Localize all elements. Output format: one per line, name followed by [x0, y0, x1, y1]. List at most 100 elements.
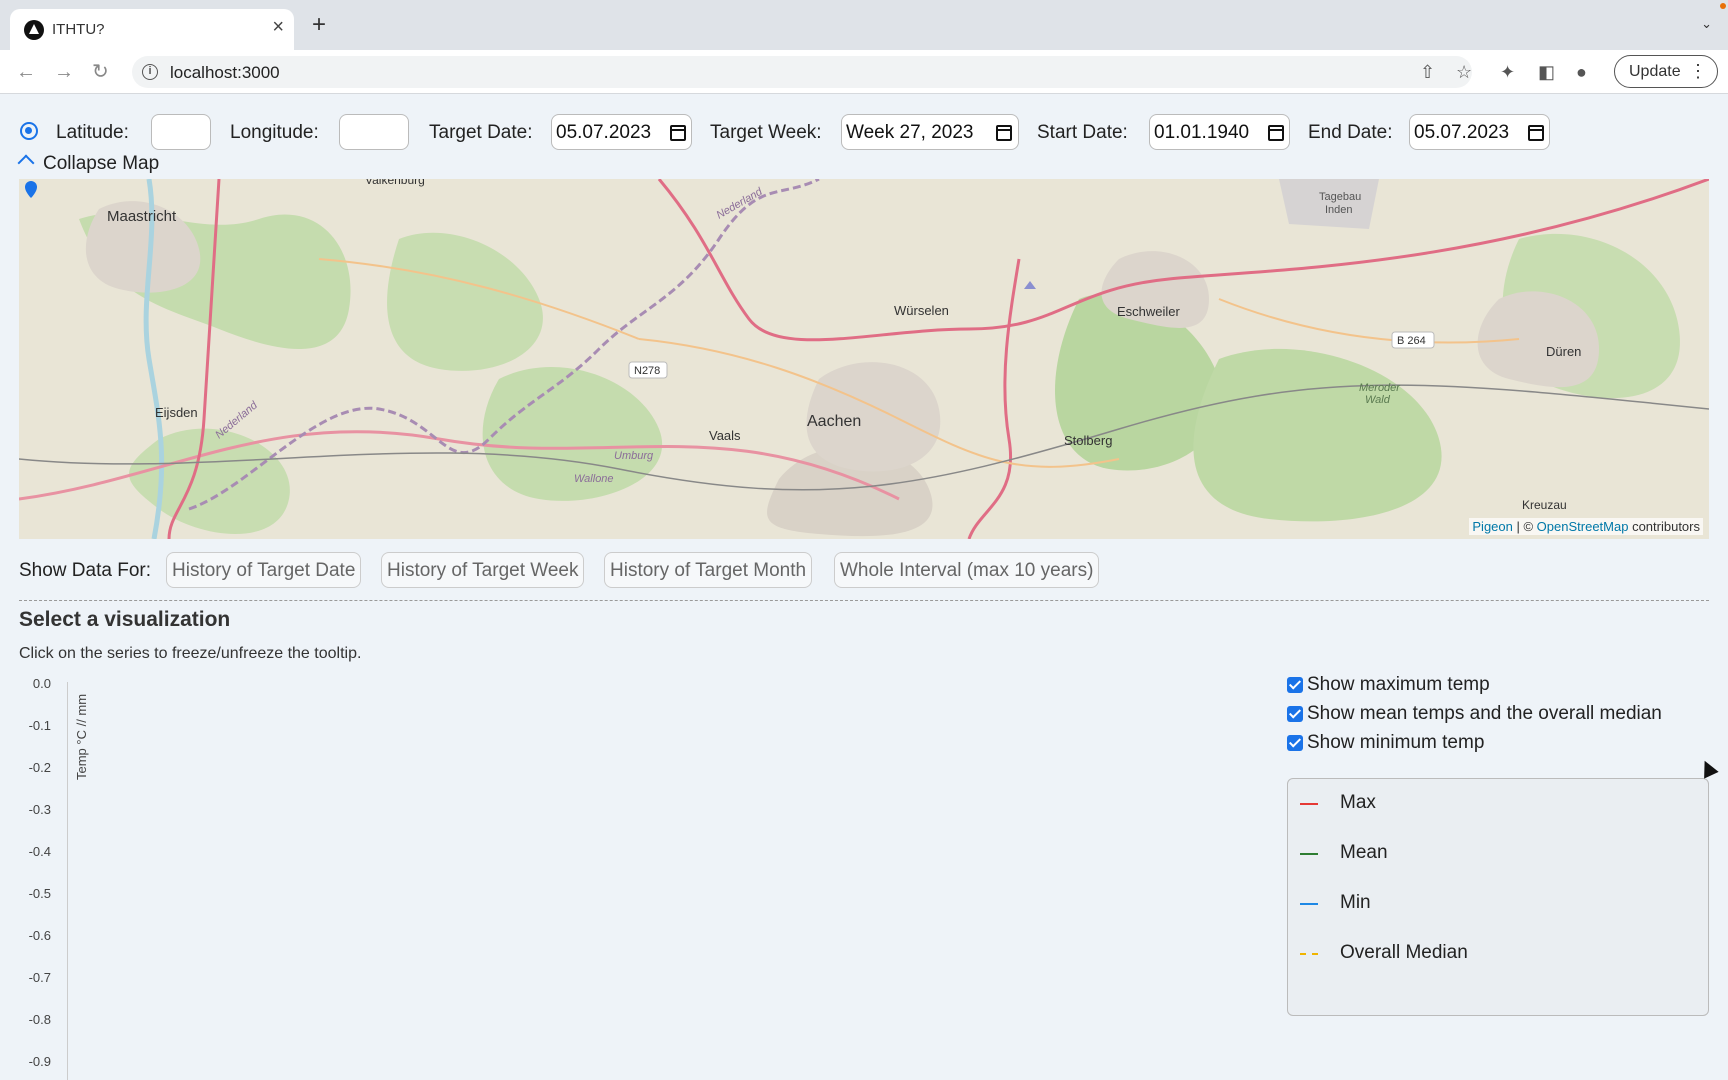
reload-icon[interactable]: ↻ — [92, 59, 109, 85]
y-tick: -0.4 — [28, 844, 51, 859]
svg-text:Inden: Inden — [1325, 204, 1353, 216]
legend-label: Overall Median — [1340, 942, 1468, 963]
start-date-value: 01.01.1940 — [1154, 122, 1250, 143]
bookmark-star-icon[interactable]: ☆ — [1456, 61, 1472, 83]
map-tiles: Maastricht Eijsden Vaals Aachen Würselen… — [19, 179, 1709, 539]
chevron-up-icon — [17, 154, 35, 172]
legend-label: Mean — [1340, 842, 1388, 863]
app-favicon-icon — [24, 20, 44, 40]
y-tick: -0.8 — [28, 1012, 51, 1027]
target-week-label: Target Week: — [710, 122, 822, 143]
svg-text:Umburg: Umburg — [614, 450, 654, 462]
address-bar[interactable]: i localhost:3000 — [132, 56, 1472, 88]
mouse-cursor-icon — [1697, 757, 1719, 779]
visualization-title: Select a visualization — [19, 608, 231, 631]
svg-text:Eschweiler: Eschweiler — [1117, 304, 1181, 319]
checkbox-checked-icon[interactable] — [1287, 677, 1303, 693]
legend-swatch — [1300, 803, 1318, 805]
start-date-input[interactable]: 01.01.1940 — [1149, 114, 1290, 150]
history-target-date-button[interactable]: History of Target Date — [166, 552, 362, 588]
location-date-controls: Latitude: Longitude: Target Date: 05.07.… — [18, 114, 1718, 150]
end-date-input[interactable]: 05.07.2023 — [1409, 114, 1550, 150]
extensions-puzzle-icon[interactable]: ✦ — [1500, 61, 1515, 83]
calendar-icon[interactable] — [1528, 125, 1544, 141]
checkbox-checked-icon[interactable] — [1287, 706, 1303, 722]
svg-text:Würselen: Würselen — [894, 303, 949, 318]
site-info-icon[interactable]: i — [142, 64, 158, 80]
back-icon[interactable]: ← — [16, 59, 36, 85]
svg-text:Wallone: Wallone — [574, 473, 614, 485]
browser-toolbar: ← → ↻ i localhost:3000 ⇧ ☆ ✦ ◧ ● Update … — [0, 50, 1728, 94]
calendar-icon[interactable] — [670, 125, 686, 141]
openstreetmap-link[interactable]: OpenStreetMap — [1537, 519, 1629, 534]
legend-swatch — [1300, 853, 1318, 855]
browser-tab[interactable]: ITHTU? × — [10, 9, 294, 50]
update-button[interactable]: Update ⋮ — [1614, 55, 1718, 88]
history-target-week-button[interactable]: History of Target Week — [381, 552, 585, 588]
browser-tab-bar: ITHTU? × + ⌄ — [0, 0, 1728, 50]
calendar-icon[interactable] — [996, 125, 1012, 141]
svg-text:Stolberg: Stolberg — [1064, 433, 1112, 448]
share-icon[interactable]: ⇧ — [1420, 61, 1435, 83]
checkbox-checked-icon[interactable] — [1287, 735, 1303, 751]
whole-interval-button[interactable]: Whole Interval (max 10 years) — [834, 552, 1100, 588]
y-axis-line — [67, 682, 68, 1080]
svg-text:B 264: B 264 — [1397, 335, 1426, 347]
update-label: Update — [1629, 63, 1681, 80]
target-date-input[interactable]: 05.07.2023 — [551, 114, 692, 150]
attribution-separator: | © — [1512, 519, 1537, 534]
tab-search-chevron-icon[interactable]: ⌄ — [1701, 16, 1712, 32]
latitude-label: Latitude: — [56, 122, 129, 143]
end-date-value: 05.07.2023 — [1414, 122, 1510, 143]
temperature-chart[interactable]: 0.0 -0.1 -0.2 -0.3 -0.4 -0.5 -0.6 -0.7 -… — [19, 672, 1259, 1080]
svg-text:Kreuzau: Kreuzau — [1522, 498, 1567, 512]
start-date-label: Start Date: — [1037, 122, 1128, 143]
locate-me-icon[interactable] — [20, 122, 38, 140]
svg-text:Wald: Wald — [1365, 394, 1391, 406]
svg-text:Aachen: Aachen — [807, 413, 861, 430]
y-tick: -0.6 — [28, 928, 51, 943]
y-tick: -0.5 — [28, 886, 51, 901]
svg-text:Valkenburg: Valkenburg — [365, 179, 425, 187]
svg-text:Tagebau: Tagebau — [1319, 191, 1361, 203]
svg-text:Meroder: Meroder — [1359, 382, 1401, 394]
show-data-for-bar: Show Data For: History of Target Date Hi… — [19, 552, 1719, 588]
new-tab-icon[interactable]: + — [312, 13, 326, 37]
chart-legend: Max Mean Min Overall Median — [1287, 778, 1709, 1016]
target-week-value: Week 27, 2023 — [846, 122, 974, 143]
toggle-label: Show mean temps and the overall median — [1307, 703, 1662, 724]
legend-label: Min — [1340, 892, 1371, 913]
end-date-label: End Date: — [1308, 122, 1393, 143]
y-tick: 0.0 — [32, 676, 51, 691]
y-tick: -0.1 — [28, 718, 51, 733]
target-date-label: Target Date: — [429, 122, 533, 143]
tab-title: ITHTU? — [52, 21, 105, 38]
pigeon-link[interactable]: Pigeon — [1472, 519, 1512, 534]
legend-swatch — [1300, 903, 1318, 905]
latitude-input[interactable] — [151, 114, 211, 150]
svg-text:Vaals: Vaals — [709, 428, 741, 443]
svg-text:Maastricht: Maastricht — [107, 208, 177, 225]
svg-text:N278: N278 — [634, 365, 660, 377]
collapse-map-label: Collapse Map — [43, 153, 160, 174]
browser-menu-icon[interactable]: ⋮ — [1689, 61, 1707, 82]
longitude-label: Longitude: — [230, 122, 319, 143]
y-tick: -0.7 — [28, 970, 51, 985]
svg-text:Düren: Düren — [1546, 344, 1581, 359]
history-target-month-button[interactable]: History of Target Month — [604, 552, 813, 588]
url-text: localhost:3000 — [170, 63, 280, 82]
profile-avatar-icon[interactable]: ● — [1576, 61, 1587, 83]
close-tab-icon[interactable]: × — [272, 17, 284, 37]
y-axis-label: Temp °C // mm — [74, 693, 89, 780]
toggle-label: Show maximum temp — [1307, 674, 1490, 695]
calendar-icon[interactable] — [1268, 125, 1284, 141]
map-view[interactable]: Maastricht Eijsden Vaals Aachen Würselen… — [19, 179, 1709, 539]
y-tick: -0.9 — [28, 1054, 51, 1069]
target-week-input[interactable]: Week 27, 2023 — [841, 114, 1019, 150]
side-panel-icon[interactable]: ◧ — [1538, 61, 1555, 83]
target-date-value: 05.07.2023 — [556, 122, 652, 143]
longitude-input[interactable] — [339, 114, 409, 150]
svg-text:Eijsden: Eijsden — [155, 405, 198, 420]
map-attribution: Pigeon | © OpenStreetMap contributors — [1469, 518, 1703, 535]
forward-icon[interactable]: → — [54, 59, 74, 85]
